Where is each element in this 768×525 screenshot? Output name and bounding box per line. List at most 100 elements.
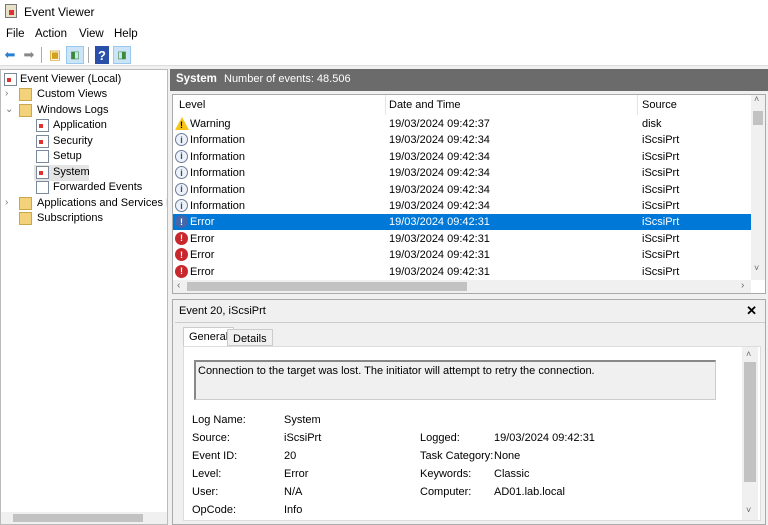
menu-help[interactable]: Help xyxy=(114,28,138,40)
cell-source: iScsiPrt xyxy=(642,183,680,196)
field-value[interactable]: None xyxy=(494,450,520,462)
field-value[interactable]: Classic xyxy=(494,468,529,480)
horizontal-scrollbar[interactable]: ‹ › xyxy=(173,280,751,293)
table-row[interactable]: i Information 19/03/2024 09:42:34 iScsiPrt xyxy=(173,149,751,165)
table-row[interactable]: i Information 19/03/2024 09:42:34 iScsiPrt xyxy=(173,132,751,148)
tree-item-application[interactable]: Application xyxy=(1,118,167,134)
chevron-right-icon[interactable]: › xyxy=(5,197,8,208)
error-icon: ! xyxy=(175,215,188,229)
menu-file[interactable]: File xyxy=(6,28,25,40)
field-label: Event ID: xyxy=(192,450,238,462)
chevron-down-icon[interactable]: ⌄ xyxy=(5,104,13,115)
field-value[interactable]: 20 xyxy=(284,450,296,462)
field-label: Keywords: xyxy=(420,468,472,480)
event-message[interactable]: Connection to the target was lost. The i… xyxy=(194,360,716,400)
table-row[interactable]: ! Error 19/03/2024 09:42:31 iScsiPrt xyxy=(173,231,751,247)
tree-item-custom-views[interactable]: › Custom Views xyxy=(1,87,167,103)
event-viewer-icon xyxy=(5,4,17,18)
error-icon: ! xyxy=(175,248,188,262)
table-row[interactable]: ! Error 19/03/2024 09:42:31 iScsiPrt xyxy=(173,214,751,231)
show-hide-tree-icon[interactable]: ◧ xyxy=(66,46,84,64)
menu-view[interactable]: View xyxy=(79,28,104,40)
menu-action[interactable]: Action xyxy=(35,28,67,40)
tree-item-label: System xyxy=(53,166,90,178)
log-icon xyxy=(36,166,49,179)
tree-item-label: Application xyxy=(53,119,107,131)
tree-item-windows-logs[interactable]: ⌄ Windows Logs xyxy=(1,103,167,119)
cell-level: Information xyxy=(190,167,246,180)
table-row[interactable]: ! Error 19/03/2024 09:42:31 iScsiPrt xyxy=(173,264,751,280)
tree-item-label: Subscriptions xyxy=(37,212,104,224)
cell-level: Warning xyxy=(190,118,231,130)
cell-date: 19/03/2024 09:42:34 xyxy=(389,200,490,212)
tree-root[interactable]: Event Viewer (Local) xyxy=(1,72,167,88)
tree-item-label: Custom Views xyxy=(37,88,108,100)
tree-item-label: Setup xyxy=(53,150,82,162)
tree-item-setup[interactable]: Setup xyxy=(1,149,167,165)
field-label: Task Category: xyxy=(420,450,494,462)
field-value[interactable]: iScsiPrt xyxy=(284,432,321,444)
column-header-date[interactable]: Date and Time xyxy=(389,99,461,111)
table-row[interactable]: i Information 19/03/2024 09:42:34 iScsiPrt xyxy=(173,165,751,181)
field-value[interactable]: N/A xyxy=(284,486,302,498)
event-details-title: Event 20, iScsiPrt xyxy=(179,305,266,317)
field-label: Source: xyxy=(192,432,230,444)
details-vertical-scrollbar[interactable]: ˄ ˅ xyxy=(742,347,758,520)
event-viewer-icon xyxy=(4,73,17,86)
folder-icon xyxy=(19,104,32,117)
folder-icon xyxy=(19,197,32,210)
cell-source: iScsiPrt xyxy=(642,265,680,278)
field-value[interactable]: 19/03/2024 09:42:31 xyxy=(494,432,595,444)
help-icon[interactable]: ? xyxy=(95,46,109,64)
cell-source: iScsiPrt xyxy=(642,200,680,212)
cell-level: Information xyxy=(190,183,246,196)
vertical-scrollbar[interactable]: ˄ ˅ xyxy=(751,94,765,280)
error-icon: ! xyxy=(175,231,188,245)
cell-date: 19/03/2024 09:42:31 xyxy=(389,232,490,245)
table-row[interactable]: ! Warning 19/03/2024 09:42:37 disk xyxy=(173,116,751,132)
up-folder-icon[interactable]: ▣ xyxy=(46,46,64,64)
info-icon: i xyxy=(175,199,188,212)
cell-level: Information xyxy=(190,150,246,163)
field-value[interactable]: AD01.lab.local xyxy=(494,486,565,498)
forward-icon[interactable]: ➡ xyxy=(20,46,38,64)
tree-item-forwarded-events[interactable]: Forwarded Events xyxy=(1,180,167,196)
cell-source: iScsiPrt xyxy=(642,232,680,245)
column-header-level[interactable]: Level xyxy=(179,99,205,111)
tree-item-label: Forwarded Events xyxy=(53,181,143,193)
table-row[interactable]: i Information 19/03/2024 09:42:34 iScsiPrt xyxy=(173,198,751,214)
tab-details[interactable]: Details xyxy=(227,329,273,346)
general-tab-content: Connection to the target was lost. The i… xyxy=(183,346,761,521)
tree-item-label: Security xyxy=(53,135,93,147)
log-name: System xyxy=(176,73,217,85)
tree-item-label: Windows Logs xyxy=(37,104,109,116)
close-icon[interactable]: ✕ xyxy=(746,303,757,319)
tree-item-applications-services[interactable]: › Applications and Services Lo xyxy=(1,196,167,212)
subscriptions-icon xyxy=(19,212,32,225)
tree-item-label: Applications and Services Lo xyxy=(37,197,167,209)
event-count: Number of events: 48.506 xyxy=(224,73,351,85)
tree-item-security[interactable]: Security xyxy=(1,134,167,150)
table-row[interactable]: i Information 19/03/2024 09:42:34 iScsiPrt xyxy=(173,182,751,198)
event-details-pane: Event 20, iScsiPrt ✕ General Details Con… xyxy=(172,299,766,525)
field-value[interactable]: Info xyxy=(284,504,302,516)
cell-date: 19/03/2024 09:42:34 xyxy=(389,183,490,196)
info-icon: i xyxy=(175,166,188,180)
column-header-source[interactable]: Source xyxy=(642,99,677,111)
field-value[interactable]: System xyxy=(284,414,321,426)
field-value[interactable]: Error xyxy=(284,468,308,480)
tree-item-system[interactable]: System xyxy=(1,165,167,181)
cell-date: 19/03/2024 09:42:34 xyxy=(389,167,490,180)
field-label: OpCode: xyxy=(192,504,237,516)
info-icon: i xyxy=(175,149,188,163)
tree-item-subscriptions[interactable]: Subscriptions xyxy=(1,211,167,227)
field-label: Logged: xyxy=(420,432,460,444)
back-icon[interactable]: ⬅ xyxy=(1,46,19,64)
show-hide-action-pane-icon[interactable]: ◨ xyxy=(113,46,131,64)
tree-horizontal-scrollbar[interactable] xyxy=(1,512,167,524)
cell-level: Error xyxy=(190,249,215,262)
field-label: Computer: xyxy=(420,486,472,498)
chevron-right-icon[interactable]: › xyxy=(5,88,8,99)
table-row[interactable]: ! Error 19/03/2024 09:42:31 iScsiPrt xyxy=(173,247,751,263)
field-label: User: xyxy=(192,486,219,498)
